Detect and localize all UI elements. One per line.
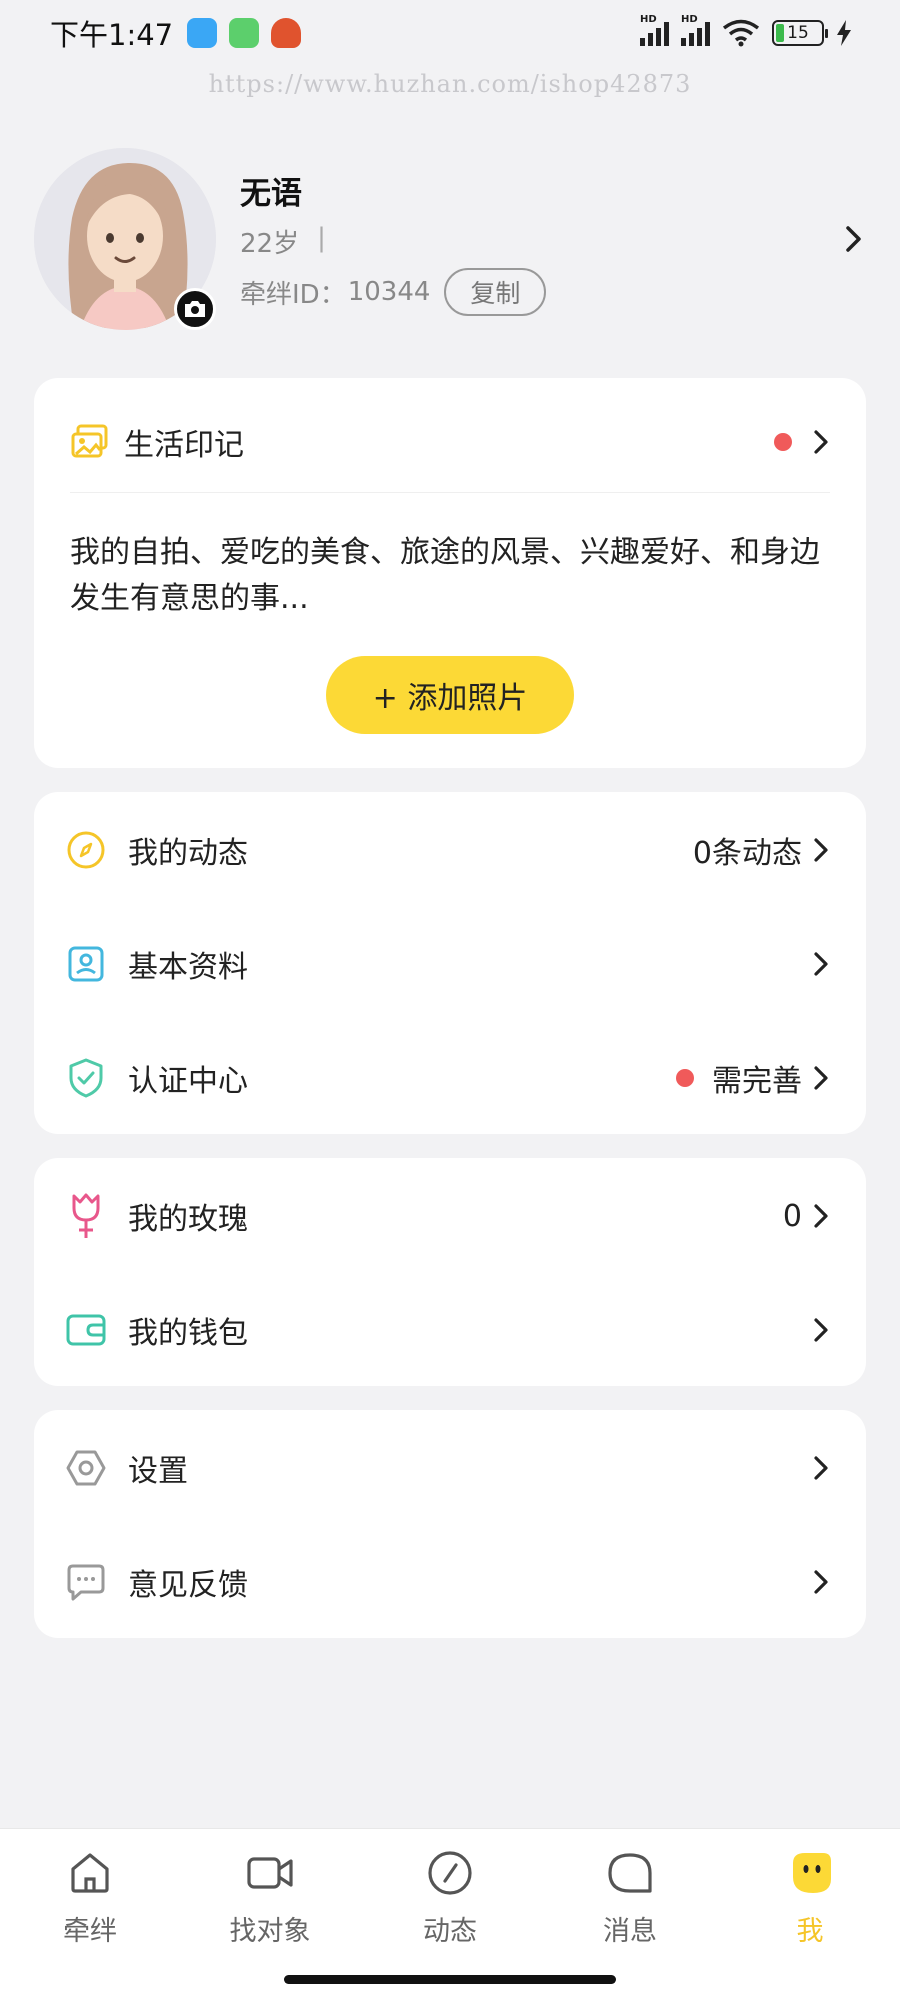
menu-item-right: 0 [783,1199,830,1234]
message-icon [608,1853,652,1893]
status-app-icons [187,18,302,48]
menu-item-feedback[interactable]: 意见反馈 [64,1542,830,1622]
copy-id-button[interactable]: 复制 [444,268,547,316]
divider [70,492,830,493]
app-notification-icon [187,18,218,48]
menu-item-label: 意见反馈 [128,1568,248,1603]
menu-item-my-posts[interactable]: 我的动态 0条动态 [64,810,830,890]
wifi-icon [722,19,760,47]
home-icon [71,1853,109,1893]
menu-item-value: 0条动态 [692,836,802,871]
chevron-right-icon [814,952,828,976]
life-moments-right [774,428,830,456]
user-id-value: 10344 [347,277,431,307]
menu-item-label: 认证中心 [128,1064,248,1099]
tab-me[interactable]: 我 [720,1829,900,2000]
battery-level: 15 [787,23,809,43]
profile-card-icon [64,942,108,986]
menu-item-verification[interactable]: 认证中心 需完善 [64,1038,830,1118]
menu-item-label: 基本资料 [128,950,248,985]
tab-label: 我 [796,1916,824,1947]
status-time: 下午1:47 [50,18,174,52]
tab-label: 牵绊 [63,1916,117,1947]
chevron-right-icon [814,838,828,862]
menu-item-right [812,950,830,978]
menu-card-system: 设置 意见反馈 [34,1410,866,1638]
chevron-right-icon[interactable] [812,428,830,456]
menu-item-value: 0 [782,1198,802,1234]
age-separator: | [317,223,326,253]
life-moments-description: 我的自拍、爱吃的美食、旅途的风景、兴趣爱好、和身边发生有意思的事... [70,535,820,616]
chevron-right-icon [814,1204,828,1228]
chevron-right-icon [814,1456,828,1480]
watermark: https://www.huzhan.com/ishop42873 [208,70,692,98]
tab-label: 消息 [603,1916,657,1947]
shield-check-icon [64,1056,108,1100]
menu-item-label: 我的玫瑰 [128,1202,248,1237]
menu-item-right [812,1316,830,1344]
tab-label: 找对象 [229,1916,311,1947]
chevron-right-icon [814,1318,828,1342]
chevron-right-icon[interactable] [844,224,864,254]
life-moments-header[interactable]: 生活印记 [70,414,830,470]
menu-item-right: 需完善 [676,1056,830,1100]
age-row: 22岁 | [240,223,326,260]
chevron-right-icon [814,1066,828,1090]
menu-item-right [812,1568,830,1596]
menu-item-my-wallet[interactable]: 我的钱包 [64,1290,830,1370]
tab-home[interactable]: 牵绊 [0,1829,180,2000]
smiley-icon [793,1853,831,1893]
user-id-label: 牵绊ID： [240,279,346,310]
menu-item-right [812,1454,830,1482]
status-right: HD HD 15 [640,14,852,47]
feedback-icon [64,1560,108,1604]
new-badge-dot [774,433,792,451]
menu-item-my-roses[interactable]: 我的玫瑰 0 [64,1176,830,1256]
rose-icon [64,1193,108,1238]
menu-item-value: 需完善 [712,1064,802,1099]
profile-header[interactable]: 无语 22岁 | 牵绊ID： 10344 复制 [34,148,866,338]
compass-icon [64,828,108,872]
menu-item-basic-info[interactable]: 基本资料 [64,924,830,1004]
life-moments-title: 生活印记 [124,428,244,463]
status-bar: 下午1:47 HD HD 15 [0,0,900,66]
robot-app-icon [271,18,302,48]
life-moments-card: 生活印记 我的自拍、爱吃的美食、旅途的风景、兴趣爱好、和身边发生有意思的事...… [34,378,866,768]
add-photo-button[interactable]: + 添加照片 [326,656,574,734]
signal-icon: HD [640,14,669,46]
chevron-right-icon [814,1570,828,1594]
menu-item-label: 我的动态 [128,836,248,871]
menu-card-assets: 我的玫瑰 0 我的钱包 [34,1158,866,1386]
battery-icon: 15 [772,20,828,46]
wallet-icon [64,1308,108,1352]
menu-item-label: 我的钱包 [128,1316,248,1351]
home-indicator[interactable] [284,1975,616,1984]
tab-label: 动态 [423,1916,477,1947]
signal-icon: HD [681,14,710,46]
menu-item-right: 0条动态 [693,828,830,872]
menu-item-settings[interactable]: 设置 [64,1428,830,1508]
compass-icon [428,1851,472,1895]
user-id-row: 牵绊ID： 10344 复制 [240,268,547,316]
menu-card-activity: 我的动态 0条动态 基本资料 认证中心 需完善 [34,792,866,1134]
menu-item-label: 设置 [128,1454,188,1489]
nickname: 无语 [240,176,302,212]
photo-album-icon [71,424,108,458]
camera-icon[interactable] [174,288,216,330]
bottom-tab-bar: 牵绊 找对象 动态 消息 我 [0,1828,900,2000]
charging-icon [837,20,851,46]
settings-icon [64,1446,108,1490]
age-label: 22岁 [240,229,300,259]
tool-app-icon [229,18,260,48]
alert-dot [676,1069,694,1087]
video-icon [247,1857,293,1889]
